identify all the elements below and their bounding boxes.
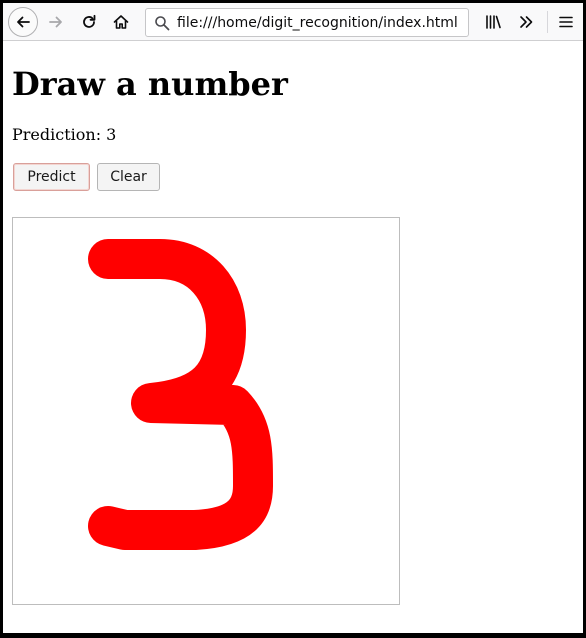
page-content: Draw a number Prediction: 3 Predict Clea… (3, 41, 583, 633)
library-icon (486, 15, 501, 29)
reload-icon (83, 14, 96, 28)
url-bar[interactable]: file:///home/digit_recognition/index.htm… (145, 8, 469, 37)
drawn-digit-stroke (88, 239, 273, 550)
prediction-label: Prediction: (12, 125, 102, 144)
drawing-canvas[interactable] (12, 217, 400, 605)
home-button[interactable] (108, 9, 134, 35)
chevron-double-right-icon (520, 16, 533, 28)
drawing-surface[interactable] (13, 218, 399, 604)
page-title: Draw a number (12, 65, 288, 103)
back-button[interactable] (8, 7, 38, 37)
library-button[interactable] (481, 9, 507, 35)
predict-button[interactable]: Predict (13, 163, 90, 191)
prediction-value: 3 (106, 125, 117, 144)
home-icon (113, 15, 129, 29)
main-menu-button[interactable] (553, 9, 579, 35)
overflow-menu-button[interactable] (513, 9, 539, 35)
url-text[interactable]: file:///home/digit_recognition/index.htm… (177, 15, 458, 31)
toolbar-divider (547, 11, 548, 33)
prediction-text: Prediction: 3 (12, 125, 116, 145)
back-arrow-icon (17, 16, 30, 28)
reload-button[interactable] (76, 9, 102, 35)
hamburger-menu-icon (559, 16, 573, 28)
forward-arrow-icon (49, 16, 62, 28)
clear-button[interactable]: Clear (97, 163, 160, 191)
forward-button[interactable] (43, 9, 69, 35)
search-icon (155, 15, 170, 30)
browser-toolbar: file:///home/digit_recognition/index.htm… (3, 3, 583, 41)
browser-window: file:///home/digit_recognition/index.htm… (3, 3, 583, 633)
